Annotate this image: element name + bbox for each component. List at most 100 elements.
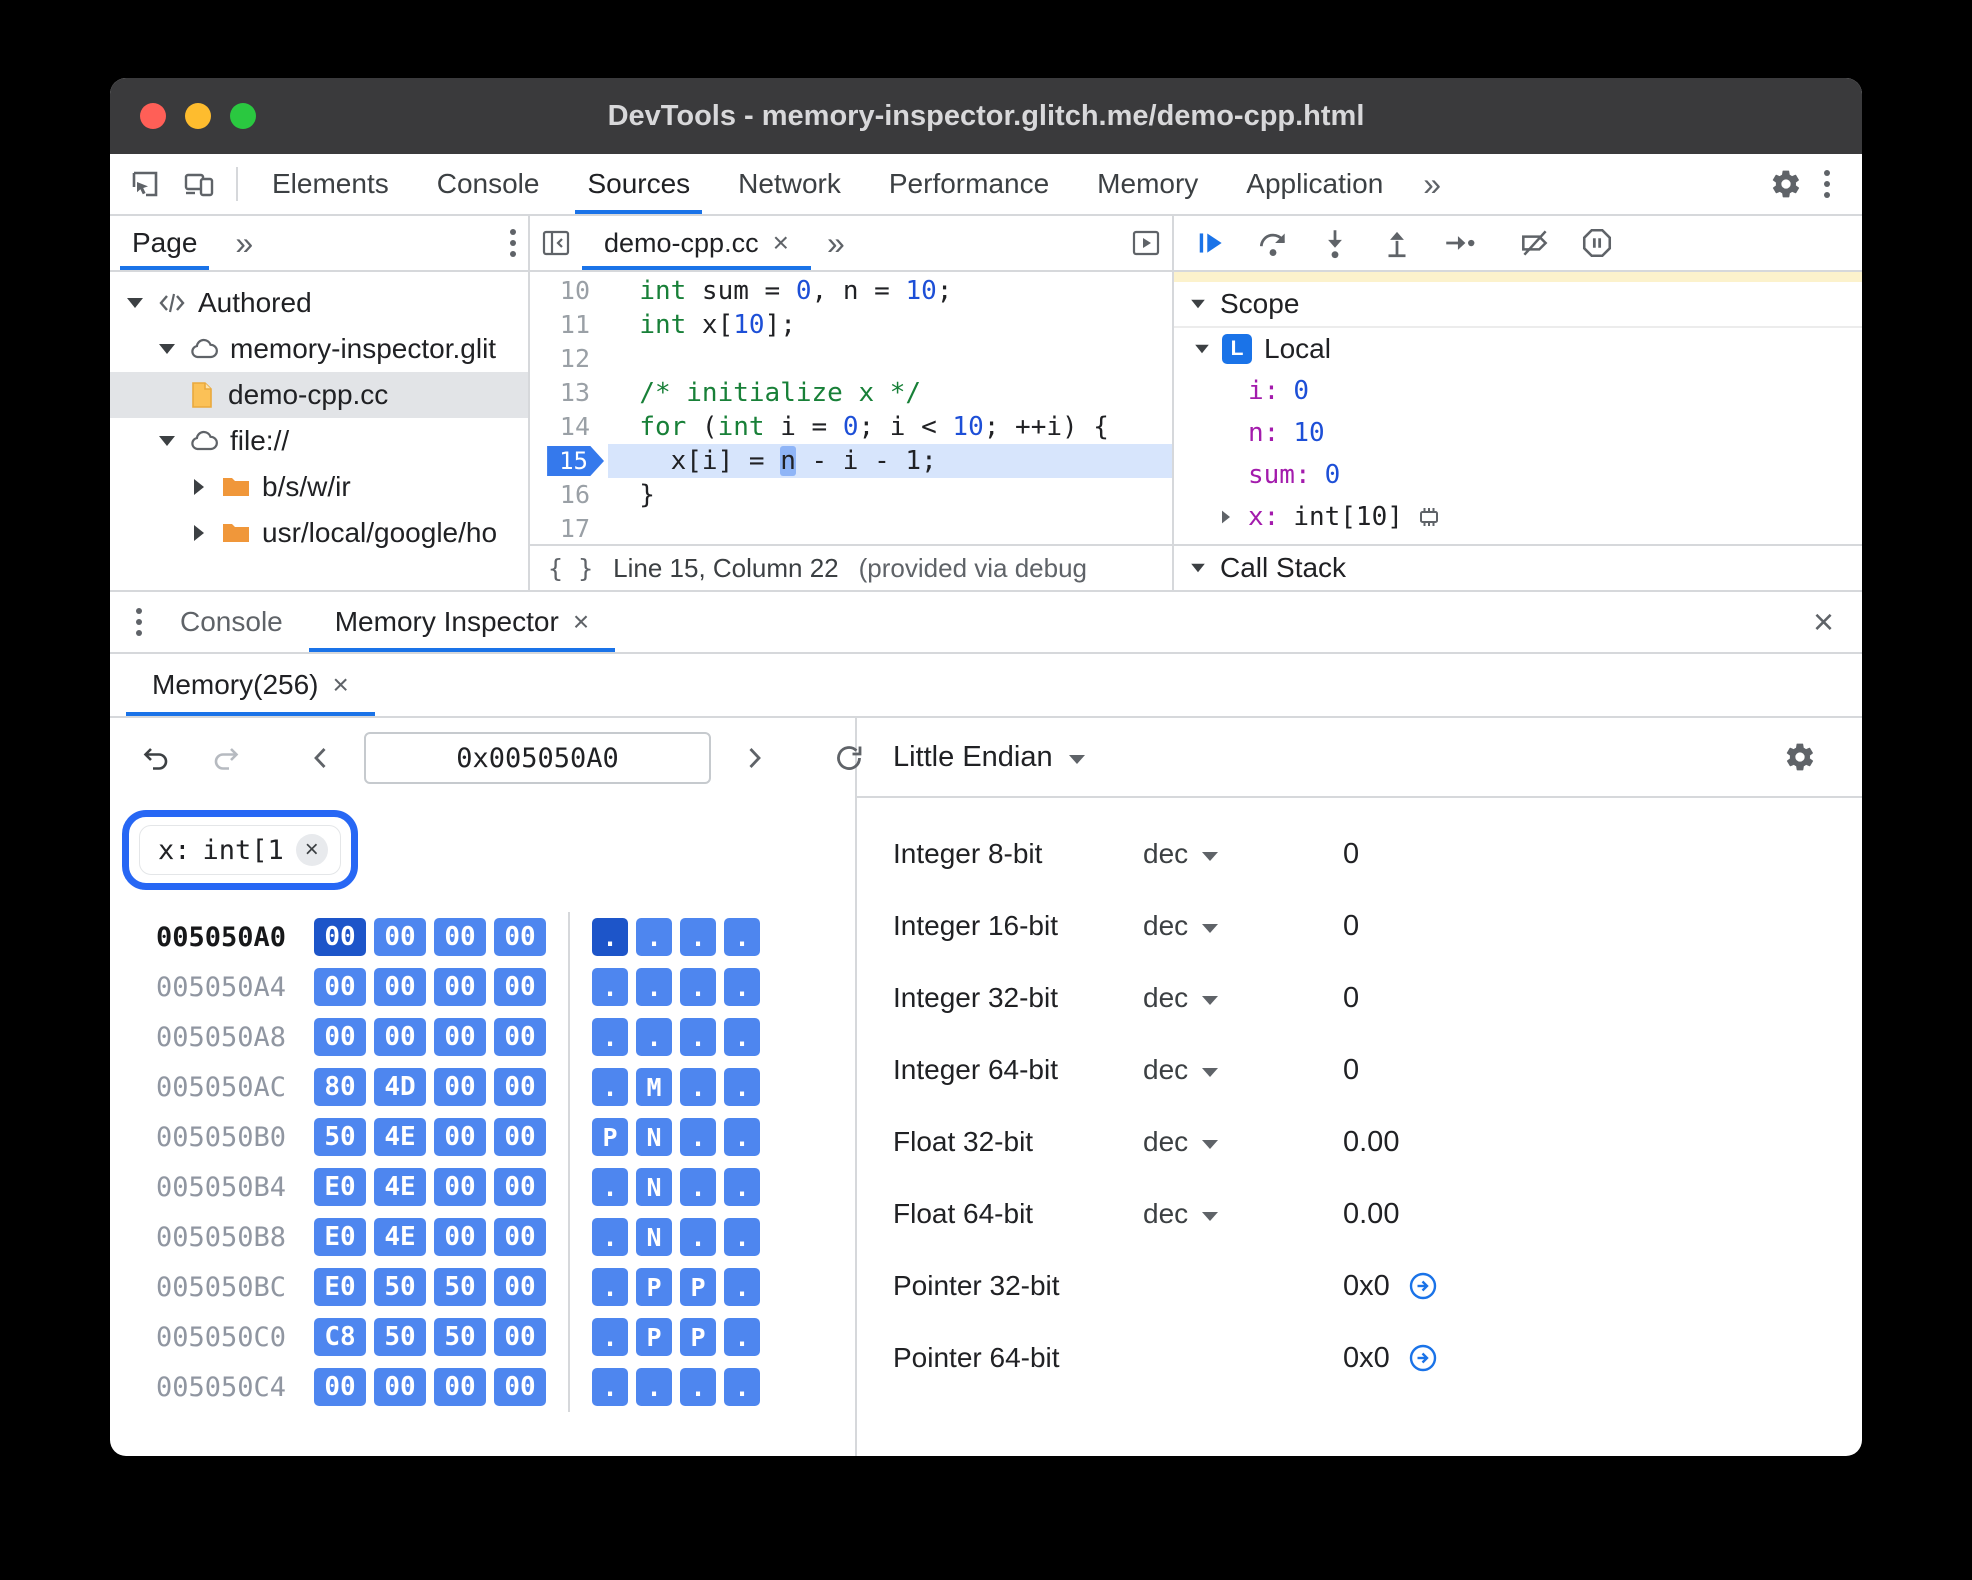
step-over-icon[interactable] — [1256, 226, 1290, 260]
jump-to-address-icon[interactable] — [1408, 1343, 1438, 1373]
settings-icon[interactable] — [1760, 168, 1812, 200]
format-select[interactable]: dec — [1143, 910, 1343, 942]
more-tools-icon[interactable] — [124, 608, 154, 636]
undo-icon[interactable] — [130, 742, 182, 774]
close-drawer-icon[interactable]: × — [1813, 601, 1862, 643]
close-icon[interactable]: × — [295, 834, 328, 866]
memory-byte[interactable]: 00 — [494, 1268, 546, 1306]
memory-byte[interactable]: 00 — [494, 1218, 546, 1256]
memory-ascii[interactable]: . — [680, 918, 716, 956]
tab-memory-256[interactable]: Memory(256) × — [126, 654, 375, 716]
memory-byte[interactable]: 00 — [314, 968, 366, 1006]
callstack-section-header[interactable]: Call Stack — [1174, 544, 1862, 590]
memory-ascii[interactable]: . — [724, 918, 760, 956]
line-number[interactable]: 16 — [530, 478, 608, 512]
close-icon[interactable]: × — [773, 229, 789, 257]
memory-ascii[interactable]: . — [724, 1218, 760, 1256]
redo-icon[interactable] — [200, 742, 252, 774]
zoom-window-button[interactable] — [230, 103, 256, 129]
tree-item-file-[interactable]: file:// — [110, 418, 528, 464]
memory-ascii[interactable]: . — [592, 1218, 628, 1256]
memory-ascii[interactable]: M — [636, 1068, 672, 1106]
memory-ascii[interactable]: . — [680, 1168, 716, 1206]
scope-variable-sum[interactable]: sum: 0 — [1174, 454, 1862, 496]
more-tabs-icon[interactable]: » — [219, 225, 269, 262]
memory-byte[interactable]: 00 — [434, 1118, 486, 1156]
step-out-icon[interactable] — [1380, 226, 1414, 260]
step-into-icon[interactable] — [1318, 226, 1352, 260]
tab-elements[interactable]: Elements — [248, 154, 413, 214]
execution-line-gutter[interactable]: 15 — [530, 444, 608, 478]
minimize-window-button[interactable] — [185, 103, 211, 129]
memory-byte[interactable]: 00 — [494, 1018, 546, 1056]
memory-byte[interactable]: 00 — [314, 1368, 366, 1406]
chevron-down-icon[interactable] — [118, 298, 152, 308]
tree-item-memory-inspector-glit[interactable]: memory-inspector.glit — [110, 326, 528, 372]
chevron-down-icon[interactable] — [150, 436, 184, 446]
memory-byte[interactable]: 50 — [434, 1318, 486, 1356]
memory-byte[interactable]: 00 — [374, 1018, 426, 1056]
memory-object-chip[interactable]: x: int[1 × — [139, 825, 341, 875]
memory-byte[interactable]: 00 — [434, 1068, 486, 1106]
scope-variable-x[interactable]: x: int[10] — [1174, 496, 1862, 538]
memory-ascii[interactable]: . — [592, 1268, 628, 1306]
line-number[interactable]: 13 — [530, 376, 608, 410]
tree-item-usr-local-google-ho[interactable]: usr/local/google/ho — [110, 510, 528, 556]
close-icon[interactable]: × — [573, 608, 589, 636]
memory-byte[interactable]: 50 — [374, 1268, 426, 1306]
memory-byte[interactable]: 00 — [494, 1168, 546, 1206]
memory-ascii[interactable]: N — [636, 1118, 672, 1156]
deactivate-breakpoints-icon[interactable] — [1518, 226, 1552, 260]
more-options-icon[interactable] — [498, 229, 528, 257]
tab-demo-cpp[interactable]: demo-cpp.cc × — [582, 216, 811, 270]
format-select[interactable]: dec — [1143, 1198, 1343, 1230]
memory-chip-icon[interactable] — [1415, 503, 1443, 531]
memory-ascii[interactable]: . — [636, 968, 672, 1006]
line-number[interactable]: 12 — [530, 342, 608, 376]
endianness-select[interactable]: Little Endian — [893, 741, 1085, 774]
line-number[interactable]: 14 — [530, 410, 608, 444]
memory-byte[interactable]: E0 — [314, 1168, 366, 1206]
memory-byte[interactable]: 50 — [434, 1268, 486, 1306]
memory-byte[interactable]: 00 — [494, 1118, 546, 1156]
memory-byte[interactable]: 50 — [314, 1118, 366, 1156]
memory-ascii[interactable]: . — [592, 1018, 628, 1056]
chevron-down-icon[interactable] — [150, 344, 184, 354]
memory-byte[interactable]: 00 — [494, 1368, 546, 1406]
chevron-right-icon[interactable] — [182, 479, 216, 495]
memory-ascii[interactable]: . — [724, 1318, 760, 1356]
memory-byte[interactable]: 00 — [374, 918, 426, 956]
memory-byte[interactable]: 00 — [494, 1318, 546, 1356]
memory-ascii[interactable]: . — [592, 1168, 628, 1206]
memory-ascii[interactable]: P — [680, 1318, 716, 1356]
memory-byte[interactable]: 00 — [434, 918, 486, 956]
memory-ascii[interactable]: . — [724, 1118, 760, 1156]
line-number[interactable]: 11 — [530, 308, 608, 342]
device-toolbar-icon[interactable] — [172, 167, 226, 201]
toggle-debugger-sidebar-icon[interactable] — [1120, 227, 1172, 259]
tree-item-b-s-w-ir[interactable]: b/s/w/ir — [110, 464, 528, 510]
memory-ascii[interactable]: . — [724, 1068, 760, 1106]
toggle-navigator-icon[interactable] — [530, 227, 582, 259]
tab-sources[interactable]: Sources — [563, 154, 714, 214]
memory-byte[interactable]: 4E — [374, 1168, 426, 1206]
memory-byte[interactable]: C8 — [314, 1318, 366, 1356]
memory-byte[interactable]: 00 — [494, 918, 546, 956]
memory-ascii[interactable]: . — [724, 1368, 760, 1406]
memory-ascii[interactable]: . — [680, 1068, 716, 1106]
tab-page[interactable]: Page — [110, 216, 219, 270]
memory-ascii[interactable]: N — [636, 1168, 672, 1206]
more-menu-icon[interactable] — [1812, 170, 1842, 198]
memory-ascii[interactable]: . — [680, 968, 716, 1006]
memory-byte[interactable]: 4E — [374, 1218, 426, 1256]
tree-item-demo-cpp-cc[interactable]: demo-cpp.cc — [110, 372, 528, 418]
memory-ascii[interactable]: . — [724, 1168, 760, 1206]
chevron-right-icon[interactable] — [182, 525, 216, 541]
memory-ascii[interactable]: . — [724, 1018, 760, 1056]
step-icon[interactable] — [1442, 226, 1476, 260]
memory-byte[interactable]: 00 — [314, 918, 366, 956]
more-tabs-icon[interactable]: » — [811, 225, 861, 262]
memory-ascii[interactable]: . — [592, 1068, 628, 1106]
memory-byte[interactable]: 50 — [374, 1318, 426, 1356]
previous-page-icon[interactable] — [296, 743, 346, 773]
